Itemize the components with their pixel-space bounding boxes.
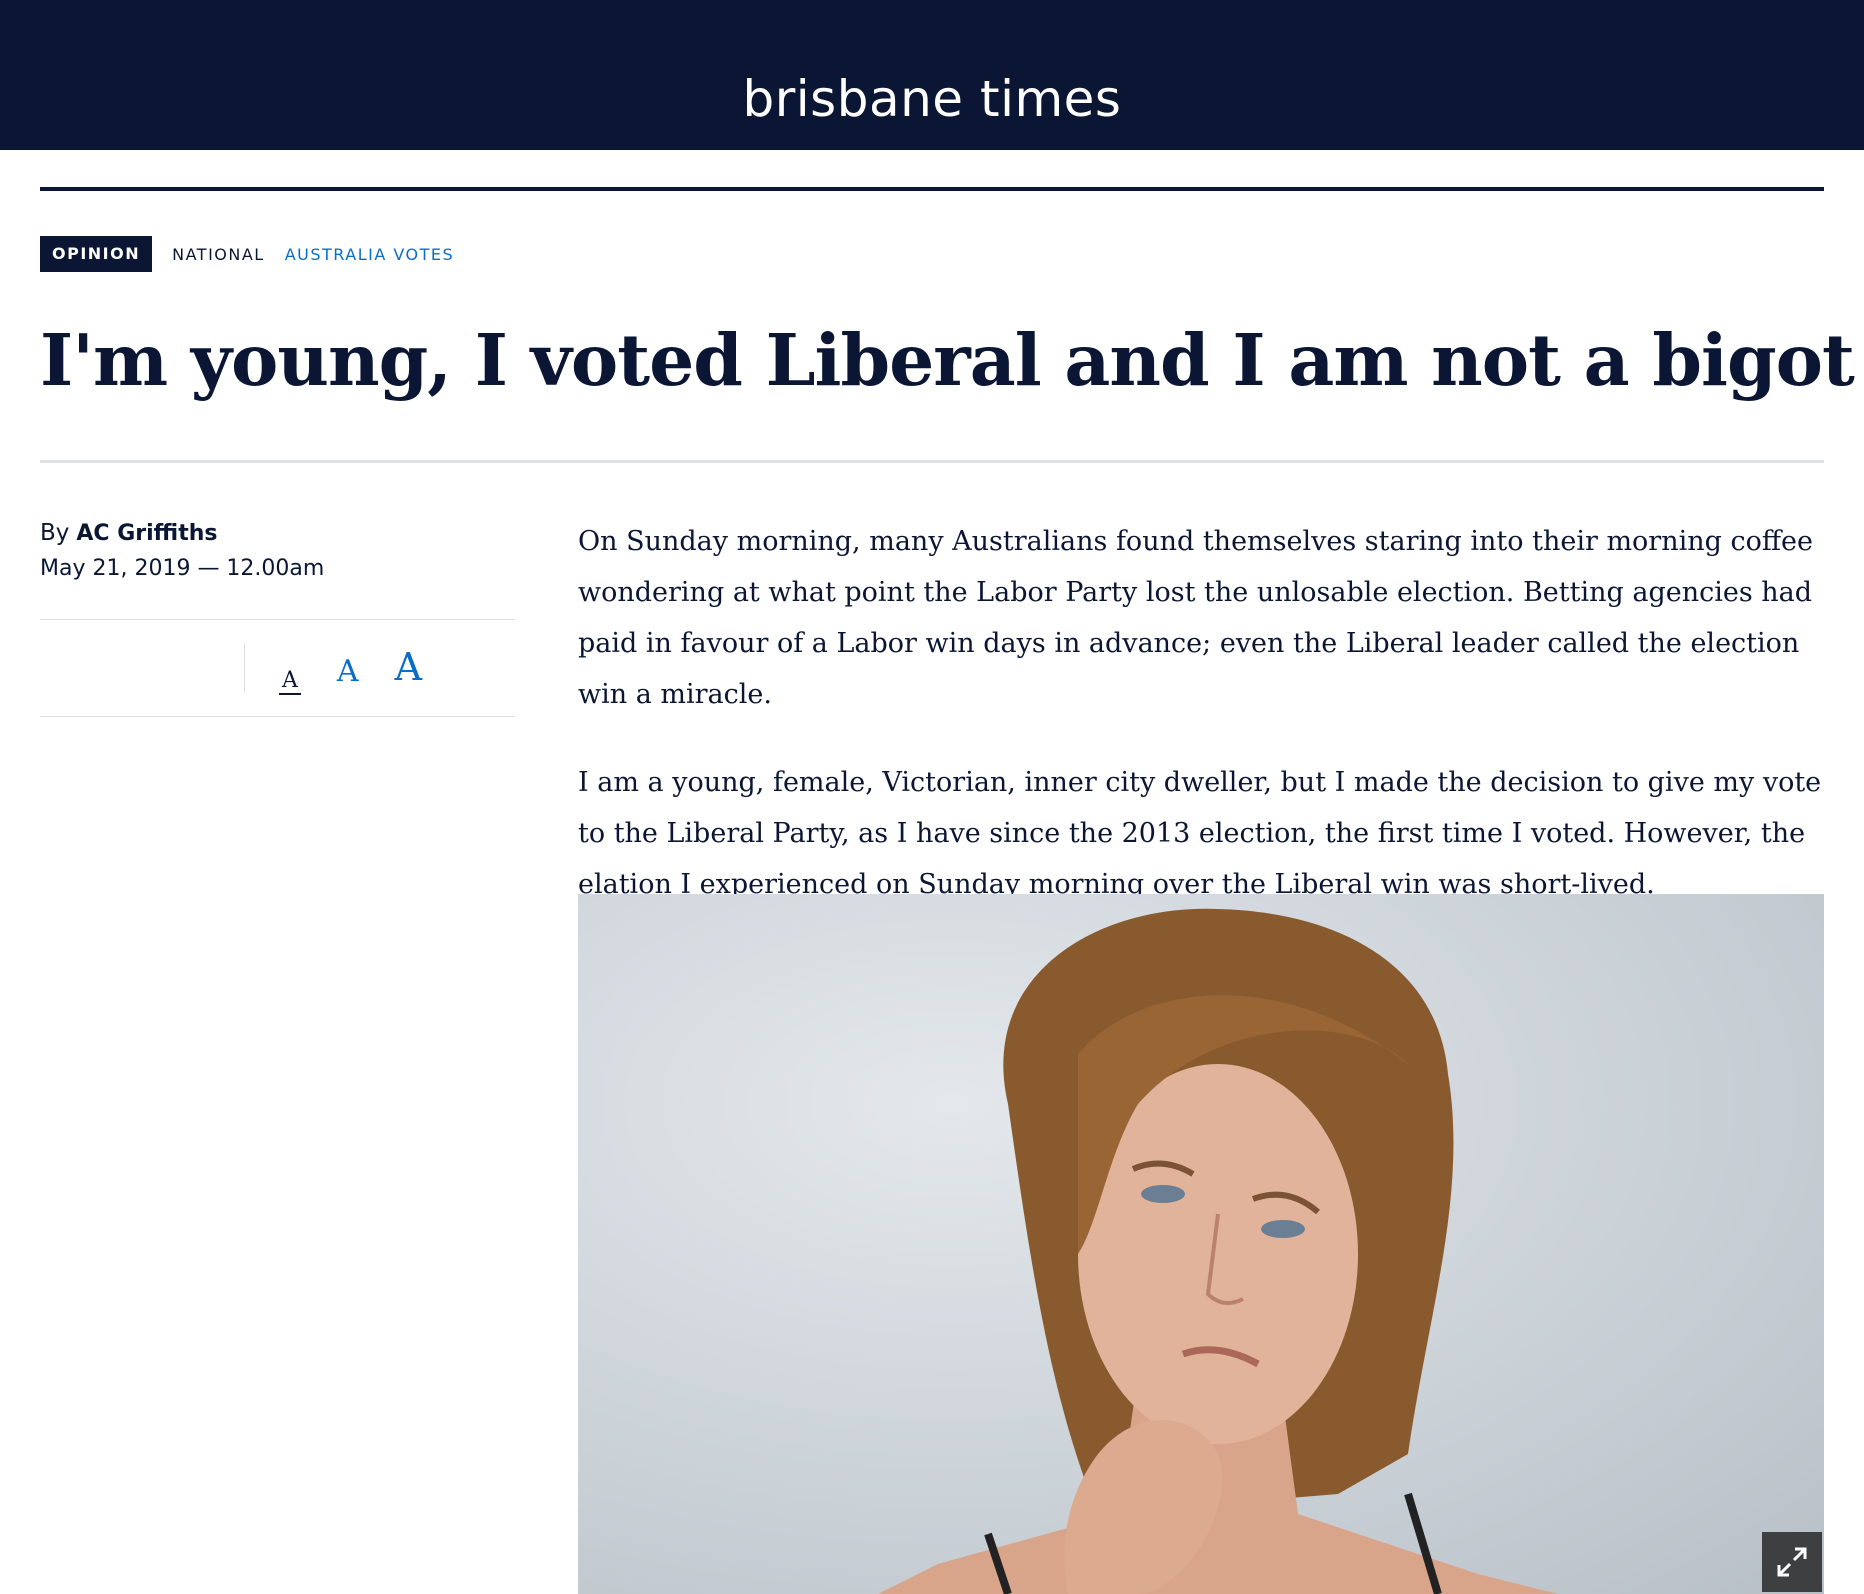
portrait-illustration xyxy=(878,908,1558,1594)
article-tags: OPINION NATIONAL AUSTRALIA VOTES xyxy=(40,236,454,272)
masthead: brisbane times xyxy=(0,48,1864,150)
article-paragraph: On Sunday morning, many Australians foun… xyxy=(578,526,1814,710)
font-size-medium-button[interactable]: A xyxy=(337,654,359,689)
top-bar xyxy=(0,0,1864,49)
author-link[interactable]: AC Griffiths xyxy=(76,521,217,546)
tag-australia-votes[interactable]: AUSTRALIA VOTES xyxy=(285,245,454,264)
font-size-large-button[interactable]: A xyxy=(395,645,422,689)
headline-divider xyxy=(40,460,1824,463)
article-body: On Sunday morning, many Australians foun… xyxy=(578,516,1828,947)
expand-image-button[interactable] xyxy=(1762,1532,1822,1592)
header-divider xyxy=(40,187,1824,191)
tag-opinion[interactable]: OPINION xyxy=(40,236,153,272)
tag-national[interactable]: NATIONAL xyxy=(172,245,265,264)
sidebar-divider-top xyxy=(40,619,515,620)
font-size-small-button[interactable]: A xyxy=(279,668,301,695)
byline: By AC Griffiths May 21, 2019 — 12.00am xyxy=(40,520,515,581)
font-size-controls: A A A xyxy=(244,643,485,695)
site-logo[interactable]: brisbane times xyxy=(743,70,1122,128)
publish-date: May 21, 2019 — 12.00am xyxy=(40,556,325,581)
article-photo xyxy=(578,894,1824,1594)
article-headline: I'm young, I voted Liberal and I am not … xyxy=(40,318,1855,402)
byline-prefix: By xyxy=(40,520,70,546)
sidebar-divider-bottom xyxy=(40,716,515,717)
article-paragraph: I am a young, female, Victorian, inner c… xyxy=(578,767,1822,900)
expand-icon xyxy=(1777,1547,1807,1577)
